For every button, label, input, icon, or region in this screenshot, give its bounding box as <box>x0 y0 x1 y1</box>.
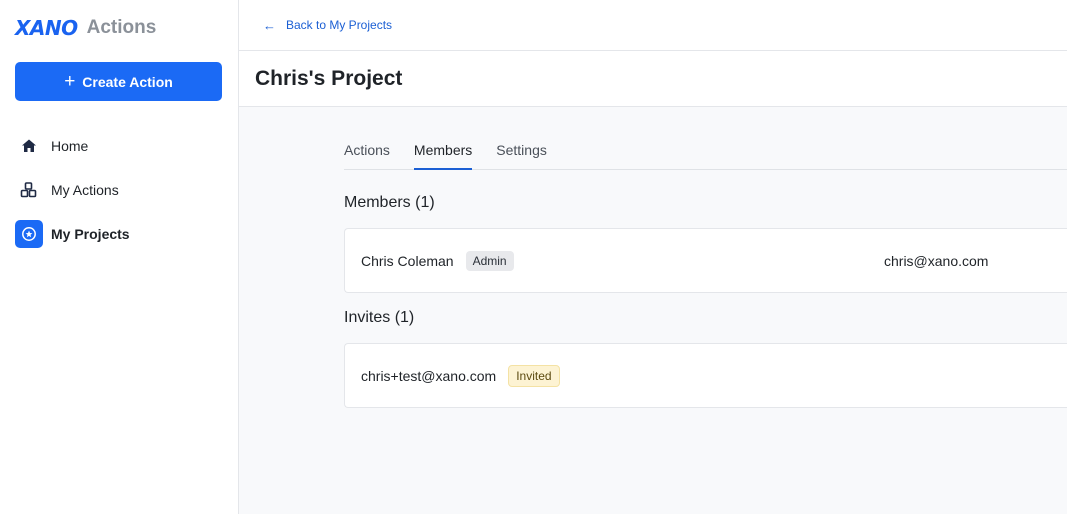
sidebar-item-home[interactable]: Home <box>15 124 222 168</box>
sidebar: XANO Actions + Create Action Home My Act… <box>0 0 239 514</box>
tab-members[interactable]: Members <box>413 133 473 170</box>
brand-product-name: Actions <box>86 17 157 38</box>
top-bar: ← Back to My Projects <box>239 0 1067 51</box>
status-badge: Invited <box>508 364 560 387</box>
role-badge: Admin <box>465 250 514 271</box>
sidebar-item-label: My Projects <box>51 226 130 242</box>
member-email: chris@xano.com <box>884 252 989 269</box>
tab-actions[interactable]: Actions <box>344 133 390 170</box>
project-tabs: Actions Members Settings <box>344 133 1067 170</box>
invites-heading: Invites (1) <box>344 309 415 326</box>
sidebar-item-my-projects[interactable]: My Projects <box>15 212 222 256</box>
create-action-button[interactable]: + Create Action <box>15 62 222 101</box>
sidebar-item-label: My Actions <box>51 182 119 198</box>
xano-logo: XANO <box>15 16 78 40</box>
back-to-projects-link[interactable]: ← Back to My Projects <box>263 18 392 33</box>
title-bar: Chris's Project <box>239 51 1067 107</box>
create-action-label: Create Action <box>82 73 173 90</box>
sidebar-item-label: Home <box>51 138 89 154</box>
main-area: ← Back to My Projects Chris's Project Ac… <box>239 0 1067 514</box>
member-row[interactable]: Chris Coleman Admin chris@xano.com <box>344 228 1067 293</box>
back-link-label: Back to My Projects <box>286 18 393 32</box>
home-icon <box>15 132 43 160</box>
member-name: Chris Coleman <box>361 252 454 269</box>
page-title: Chris's Project <box>255 66 403 90</box>
sidebar-nav: Home My Actions My Projects <box>15 124 222 256</box>
tab-settings[interactable]: Settings <box>496 133 547 170</box>
cubes-icon <box>15 176 43 204</box>
project-content: Actions Members Settings Members (1) Chr… <box>344 133 1067 408</box>
members-heading: Members (1) <box>344 194 435 211</box>
invite-email: chris+test@xano.com <box>361 367 497 384</box>
project-icon <box>15 220 43 248</box>
brand[interactable]: XANO Actions <box>15 16 156 40</box>
invite-row[interactable]: chris+test@xano.com Invited <box>344 343 1067 408</box>
arrow-left-icon: ← <box>263 17 276 33</box>
sidebar-item-my-actions[interactable]: My Actions <box>15 168 222 212</box>
plus-icon: + <box>64 71 76 92</box>
